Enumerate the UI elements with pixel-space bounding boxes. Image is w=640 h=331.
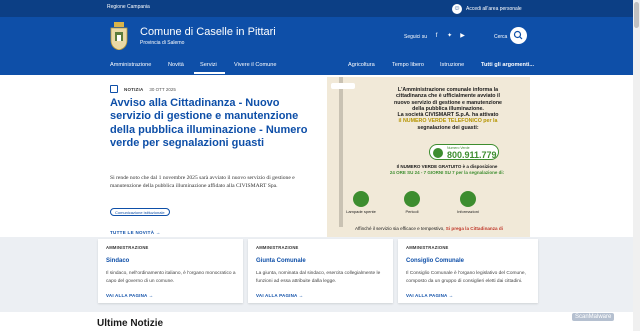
card-link-label: VAI ALLA PAGINA — [106, 293, 148, 298]
card-link-label: VAI ALLA PAGINA — [256, 293, 298, 298]
poster-line: segnalazione dei guasti: — [417, 124, 479, 131]
card-sindaco[interactable]: AMMINISTRAZIONE Sindaco Il sindaco, nell… — [98, 239, 243, 303]
card-link[interactable]: VAI ALLA PAGINA → — [406, 293, 454, 298]
nav-active-indicator — [194, 72, 225, 74]
news-category: NOTIZIA — [124, 86, 144, 92]
latest-news-heading: Ultime Notizie — [97, 318, 164, 329]
nav-all-topics[interactable]: Tutti gli argomenti... — [481, 62, 534, 68]
card-kicker: AMMINISTRAZIONE — [406, 245, 449, 250]
poster-footer-text: Affinché il servizio sia efficace e temp… — [355, 226, 445, 231]
coat-of-arms-logo[interactable] — [110, 22, 128, 50]
card-title[interactable]: Giunta Comunale — [256, 258, 306, 264]
card-link[interactable]: VAI ALLA PAGINA → — [106, 293, 154, 298]
site-subtitle: Provincia di Salerno — [140, 40, 185, 46]
headset-icon — [460, 191, 476, 207]
headset-label: Informazioni — [457, 209, 479, 214]
hero-image: L'Amministrazione comunale informa la ci… — [327, 77, 530, 237]
login-label: Accedi all'area personale — [466, 5, 522, 12]
scrollbar-thumb[interactable] — [634, 2, 639, 28]
phone-number: 800.911.779 — [447, 150, 497, 160]
nav-item-amministrazione[interactable]: Amministrazione — [110, 62, 151, 68]
all-news-link[interactable]: TUTTE LE NOVITÀ → — [110, 230, 161, 235]
warning-label: Pericoli — [405, 209, 419, 214]
poster-text: L'Amministrazione comunale informa la ci… — [371, 87, 525, 131]
site-title[interactable]: Comune di Caselle in Pittari — [140, 26, 276, 38]
arrow-right-icon: → — [298, 293, 304, 298]
street-lamp-post — [339, 77, 343, 227]
warning-icon — [404, 191, 420, 207]
poster-footer: Affinché il servizio sia efficace e temp… — [331, 226, 527, 231]
lamp-icon — [353, 191, 369, 207]
twitter-icon[interactable]: ✦ — [446, 33, 453, 40]
nav-topic-agricoltura[interactable]: Agricoltura — [348, 62, 375, 68]
poster-footer-red: Si prega la Cittadinanza di — [445, 226, 503, 231]
search-icon — [513, 30, 523, 40]
search-label: Cerca — [494, 34, 508, 40]
region-link[interactable]: Regione Campania — [107, 4, 150, 10]
phone-pill: Numero Verde 800.911.779 — [429, 144, 499, 160]
nav-topic-istruzione[interactable]: Istruzione — [440, 62, 464, 68]
arrow-right-icon: → — [148, 293, 154, 298]
nav-topic-tempo-libero[interactable]: Tempo libero — [392, 62, 424, 68]
facebook-icon[interactable]: f — [433, 33, 440, 40]
search-button[interactable] — [510, 27, 527, 44]
social-links: Seguici su f ✦ ▶ — [404, 33, 466, 40]
card-text: Il sindaco, nell'ordinamento italiano, è… — [106, 271, 236, 284]
nav-item-vivere-il-comune[interactable]: Vivere il Comune — [234, 62, 277, 68]
calendar-icon — [110, 85, 118, 93]
scrollbar[interactable] — [633, 0, 640, 331]
card-giunta[interactable]: AMMINISTRAZIONE Giunta Comunale La giunt… — [248, 239, 393, 303]
follow-label: Seguici su — [404, 33, 428, 40]
hero-title[interactable]: Avviso alla Cittadinanza - Nuovo servizi… — [110, 97, 315, 151]
card-link-label: VAI ALLA PAGINA — [406, 293, 448, 298]
all-news-label: TUTTE LE NOVITÀ — [110, 230, 155, 235]
news-date: 30 OTT 2025 — [149, 86, 176, 92]
poster-line: 24 ORE SU 24 - 7 GIORNI SU 7 per la segn… — [389, 170, 505, 175]
main-navigation: Amministrazione Novità Servizi Vivere il… — [0, 59, 640, 75]
news-meta: NOTIZIA 30 OTT 2025 — [110, 85, 176, 93]
youtube-icon[interactable]: ▶ — [459, 33, 466, 40]
tag-chip[interactable]: Comunicazione istituzionale — [110, 208, 170, 216]
arrow-right-icon: → — [448, 293, 454, 298]
nav-item-novita[interactable]: Novità — [168, 62, 184, 68]
card-link[interactable]: VAI ALLA PAGINA → — [256, 293, 304, 298]
header-center: Comune di Caselle in Pittari Provincia d… — [0, 17, 640, 59]
poster-line: nuovo servizio di gestione e manutenzion… — [393, 99, 502, 106]
login-button[interactable]: ☺ Accedi all'area personale — [452, 2, 522, 15]
card-kicker: AMMINISTRAZIONE — [106, 245, 149, 250]
street-lamp-head — [331, 83, 355, 89]
hero-description: Si rende noto che dal 1 novembre 2025 sa… — [110, 175, 295, 190]
lamp-label: Lampade spente — [346, 209, 376, 214]
card-title[interactable]: Sindaco — [106, 258, 129, 264]
arrow-right-icon: → — [155, 230, 161, 235]
watermark: ScanMalware — [572, 313, 615, 321]
card-consiglio[interactable]: AMMINISTRAZIONE Consiglio Comunale Il Co… — [398, 239, 538, 303]
card-text: La giunta, nominata dal sindaco, esercit… — [256, 271, 381, 284]
phone-icon — [433, 148, 443, 158]
poster-availability: Il NUMERO VERDE GRATUITO è a disposizion… — [367, 164, 527, 176]
nav-item-servizi[interactable]: Servizi — [200, 62, 217, 68]
card-text: Il Consiglio Comunale è l'organo legisla… — [406, 271, 526, 284]
card-title[interactable]: Consiglio Comunale — [406, 258, 464, 264]
card-kicker: AMMINISTRAZIONE — [256, 245, 299, 250]
slim-header: Regione Campania ☺ Accedi all'area perso… — [0, 0, 640, 17]
user-icon: ☺ — [452, 3, 462, 14]
